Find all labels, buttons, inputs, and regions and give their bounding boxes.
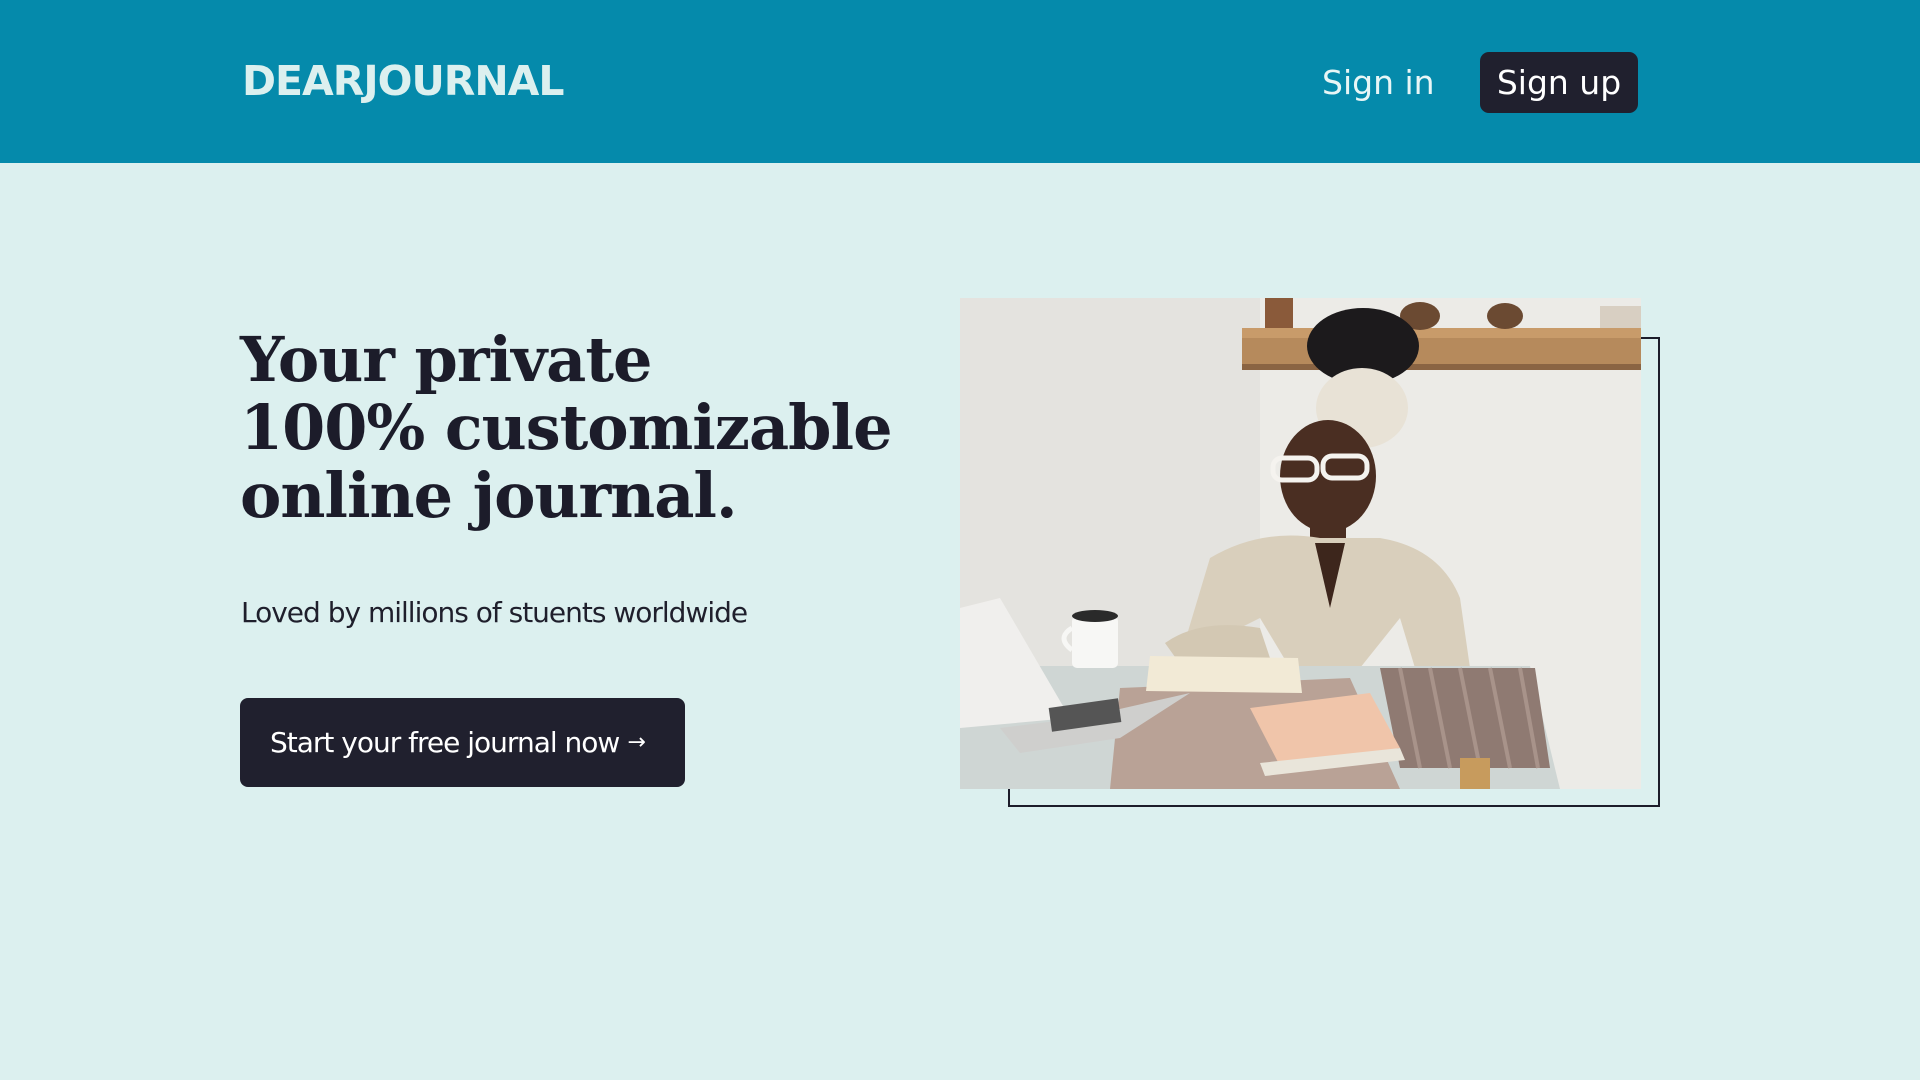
sign-in-link[interactable]: Sign in	[1300, 52, 1457, 112]
headline-line-2: 100% customizable	[240, 391, 893, 464]
hero-headline: Your private 100% customizable online jo…	[240, 323, 893, 532]
brand-logo[interactable]: DEARJOURNAL	[242, 58, 564, 104]
hero-subtitle: Loved by millions of stuents worldwide	[241, 596, 748, 629]
arrow-right-icon: →	[627, 730, 645, 755]
top-nav-bar: DEARJOURNAL Sign in Sign up	[0, 0, 1920, 163]
cta-label: Start your free journal now	[270, 726, 620, 759]
headline-line-1: Your private	[240, 323, 652, 396]
headline-line-3: online journal.	[240, 459, 738, 532]
sign-up-button[interactable]: Sign up	[1480, 52, 1638, 113]
start-journal-button[interactable]: Start your free journal now →	[240, 698, 685, 787]
hero-photo	[960, 298, 1641, 789]
